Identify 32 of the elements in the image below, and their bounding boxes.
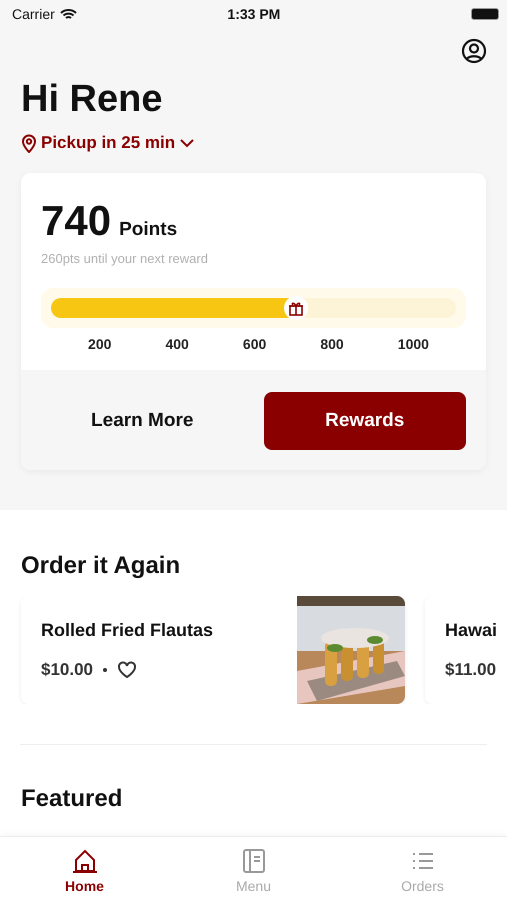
section-title: Order it Again (21, 552, 182, 580)
carrier-label: Carrier (12, 6, 55, 22)
points-value: 740 (41, 197, 112, 245)
reward-hint: 260pts until your next reward (41, 251, 209, 266)
separator-dot (103, 668, 107, 672)
item-name: Rolled Fried Flautas (41, 620, 214, 641)
tick-label: 1000 (398, 336, 429, 352)
battery-icon (470, 8, 499, 20)
tick-label: 400 (165, 336, 189, 352)
order-card[interactable]: Hawai $11.00 (425, 596, 507, 704)
profile-icon[interactable] (461, 38, 487, 64)
learn-more-button[interactable]: Learn More (41, 392, 244, 450)
chevron-down-icon (179, 138, 196, 148)
item-price: $10.00 (41, 660, 93, 680)
item-price: $11.00 (445, 660, 496, 680)
tab[interactable]: Home (34, 847, 134, 900)
points-label: Points (119, 219, 178, 241)
pickup-selector[interactable]: Pickup in 25 min (21, 133, 196, 153)
order-card[interactable]: Rolled Fried Flautas $10.00 (21, 596, 405, 704)
rewards-button[interactable]: Rewards (264, 392, 466, 450)
tick-label: 800 (320, 336, 344, 352)
location-pin-icon (21, 134, 37, 152)
tick-label: 600 (242, 336, 266, 352)
section-title: Featured (21, 785, 124, 813)
status-time: 1:33 PM (227, 6, 280, 22)
heart-icon[interactable] (117, 661, 137, 679)
item-name: Hawai (445, 620, 498, 641)
home-icon (70, 848, 98, 874)
tick-label: 200 (88, 336, 112, 352)
wifi-icon (60, 8, 77, 20)
greeting-title: Hi Rene (21, 78, 164, 121)
gift-icon (284, 296, 308, 320)
